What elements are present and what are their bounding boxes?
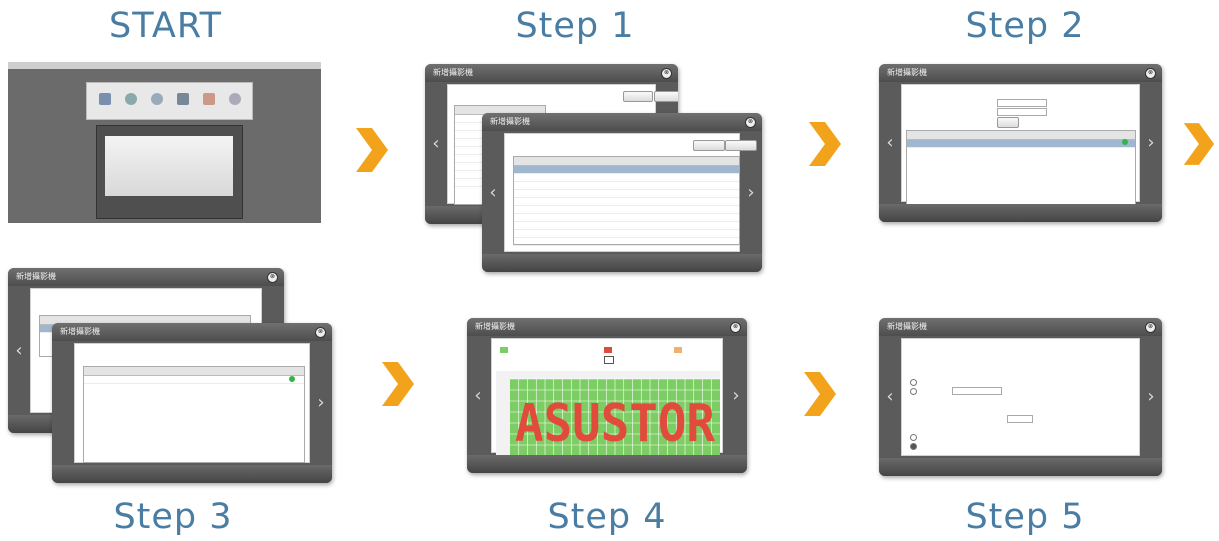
app-icon <box>229 93 241 105</box>
dialog-title: 新增攝影機 <box>879 64 1162 82</box>
radio-button-selected[interactable] <box>910 443 917 450</box>
radio-button[interactable] <box>910 434 917 441</box>
prev-icon[interactable]: ‹ <box>471 385 485 406</box>
prev-icon[interactable]: ‹ <box>486 182 500 203</box>
chevron-right-icon <box>378 362 416 406</box>
step3-dialog-front: 新增攝影機 ⊗ › <box>52 323 332 483</box>
legend-swatch-red <box>604 347 612 353</box>
table-row[interactable] <box>514 230 739 238</box>
table-row[interactable] <box>514 174 739 182</box>
next-icon[interactable]: › <box>744 182 758 203</box>
start-screenshot <box>8 62 321 223</box>
table-row[interactable] <box>514 214 739 222</box>
dialog-title: 新增攝影機 <box>425 64 678 82</box>
schedule-grid[interactable]: ASUSTOR <box>496 371 720 459</box>
search-button[interactable] <box>623 91 653 102</box>
status-dot <box>289 376 295 382</box>
prev-icon[interactable]: ‹ <box>429 134 443 154</box>
dialog-title: 新增攝影機 <box>467 318 747 336</box>
next-icon[interactable]: › <box>1144 387 1158 407</box>
camera-table <box>513 156 740 246</box>
table-row[interactable] <box>907 140 1135 148</box>
chevron-right-icon <box>1180 122 1216 166</box>
table-row[interactable] <box>514 198 739 206</box>
camera-table <box>83 366 305 463</box>
apply-button[interactable] <box>997 117 1019 128</box>
chevron-right-icon <box>805 122 843 166</box>
app-icon <box>203 93 215 105</box>
app-icon <box>125 93 137 105</box>
step2-dialog: 新增攝影機 ⊗ ‹ › <box>879 64 1162 222</box>
close-icon[interactable]: ⊗ <box>267 272 278 283</box>
table-row[interactable] <box>514 206 739 214</box>
legend-swatch-white <box>604 356 614 364</box>
app-icon <box>99 93 111 105</box>
dialog-title: 新增攝影機 <box>52 323 332 341</box>
camera-table <box>906 130 1136 207</box>
search-button[interactable] <box>693 140 725 151</box>
close-icon[interactable]: ⊗ <box>661 68 672 79</box>
manual-add-button[interactable] <box>654 91 678 102</box>
dialog-title: 新增攝影機 <box>482 113 762 131</box>
table-row[interactable] <box>514 166 739 174</box>
label-step1: Step 1 <box>515 6 635 46</box>
manual-add-button[interactable] <box>725 140 757 151</box>
chevron-right-icon <box>352 128 390 172</box>
next-icon[interactable]: › <box>729 385 743 406</box>
dialog-panel <box>504 133 757 252</box>
status-dot <box>1122 139 1128 145</box>
prev-icon[interactable]: ‹ <box>883 133 897 153</box>
label-step3: Step 3 <box>113 497 233 537</box>
close-icon[interactable]: ⊗ <box>315 327 326 338</box>
close-icon[interactable]: ⊗ <box>730 322 741 333</box>
table-row[interactable] <box>514 238 739 246</box>
start-dialog <box>96 125 243 219</box>
dialog-panel <box>74 343 310 463</box>
schedule-watermark: ASUSTOR <box>515 394 716 454</box>
label-start: START <box>109 6 222 46</box>
prev-icon[interactable]: ‹ <box>12 340 26 361</box>
app-icon-bar <box>86 82 253 120</box>
dialog-panel: ASUSTOR <box>491 338 723 459</box>
step4-dialog: 新增攝影機 ⊗ ASUSTOR ‹ › <box>467 318 747 473</box>
chevron-right-icon <box>800 372 838 416</box>
password-field[interactable] <box>997 108 1047 116</box>
dialog-title: 新增攝影機 <box>879 318 1162 336</box>
app-icon <box>177 93 189 105</box>
dialog-title: 新增攝影機 <box>8 268 284 286</box>
app-icon <box>151 93 163 105</box>
table-row[interactable] <box>514 182 739 190</box>
username-field[interactable] <box>997 99 1047 107</box>
table-row[interactable] <box>514 190 739 198</box>
label-step4: Step 4 <box>547 497 667 537</box>
close-icon[interactable]: ⊗ <box>745 117 756 128</box>
table-row[interactable] <box>84 376 304 384</box>
next-icon[interactable]: › <box>1144 133 1158 153</box>
next-icon[interactable]: › <box>314 393 328 413</box>
text-field[interactable] <box>952 387 1002 395</box>
label-step2: Step 2 <box>965 6 1085 46</box>
close-icon[interactable]: ⊗ <box>1145 322 1156 333</box>
table-row[interactable] <box>514 222 739 230</box>
dialog-panel <box>901 338 1140 456</box>
prev-icon[interactable]: ‹ <box>883 387 897 407</box>
text-field[interactable] <box>1007 415 1033 423</box>
dialog-panel <box>901 84 1140 207</box>
close-icon[interactable]: ⊗ <box>1145 68 1156 79</box>
radio-button[interactable] <box>910 379 917 386</box>
step1-dialog-front: 新增攝影機 ⊗ ‹ › <box>482 113 762 272</box>
label-step5: Step 5 <box>965 497 1085 537</box>
radio-button[interactable] <box>910 388 917 395</box>
legend-swatch-orange <box>674 347 682 353</box>
legend-swatch-green <box>500 347 508 353</box>
step5-dialog: 新增攝影機 ⊗ ‹ › <box>879 318 1162 476</box>
